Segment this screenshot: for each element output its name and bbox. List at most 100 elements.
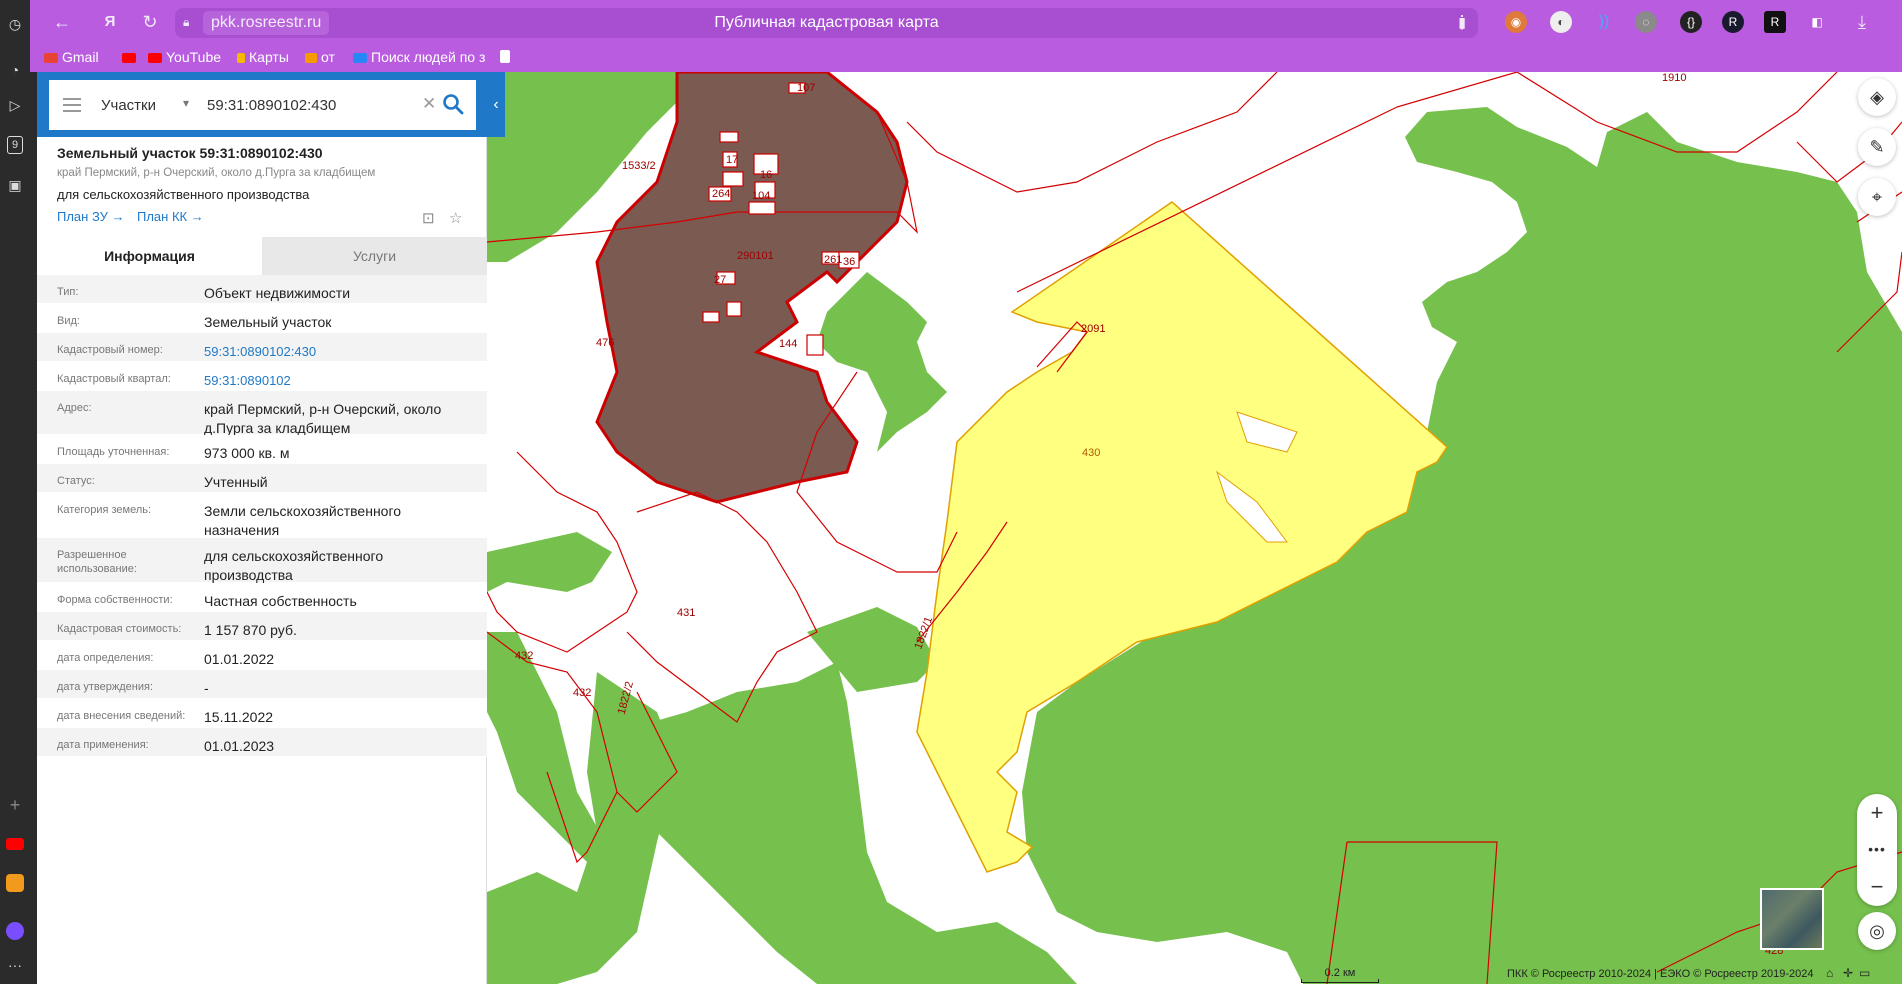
- info-panel: Участки ▾ ✕ ‹ Земельный участок 59:31:08…: [37, 72, 505, 984]
- search-icon[interactable]: [441, 92, 465, 116]
- search-box: Участки ▾ ✕: [49, 80, 476, 130]
- bookmarks-bar: Gmail YouTube Карты от Поиск людей по з: [30, 45, 1902, 72]
- bookmark-gmail[interactable]: Gmail: [44, 49, 99, 65]
- extension-icon-5[interactable]: {}: [1680, 11, 1702, 33]
- attribute-row: дата применения: 01.01.2023: [37, 728, 487, 757]
- browser-window: ◷ ◔ ▷ 9 ▣ + ··· ← Я ↻ 🔒︎ pkk.rosreestr.r…: [0, 0, 1902, 984]
- attribute-value: Учтенный: [204, 474, 268, 490]
- bookmark-file[interactable]: [500, 49, 514, 65]
- extension-icon-7[interactable]: R: [1764, 11, 1786, 33]
- attribute-row: Площадь уточненная: 973 000 кв. м: [37, 435, 487, 464]
- attribute-row: Форма собственности: Частная собственност…: [37, 583, 487, 612]
- bookmark-ot[interactable]: от: [305, 49, 335, 65]
- attribute-row: Кадастровый квартал: 59:31:0890102: [37, 362, 487, 391]
- zoom-controls: + ••• −: [1857, 794, 1897, 906]
- attribute-value: Земельный участок: [204, 314, 332, 330]
- zoom-out-button[interactable]: −: [1857, 868, 1897, 905]
- attribute-row: Вид: Земельный участок: [37, 304, 487, 333]
- attribute-link[interactable]: 59:31:0890102:430: [204, 342, 474, 361]
- search-input[interactable]: [207, 94, 407, 116]
- locate-button[interactable]: ⌖: [1858, 178, 1896, 216]
- parcel-label: 104: [752, 190, 771, 202]
- feedback-icon[interactable]: ▭: [1859, 966, 1870, 980]
- extension-icon-3[interactable]: )): [1593, 11, 1615, 33]
- gmail-icon: [44, 53, 58, 63]
- compass-icon: ◎: [1869, 921, 1885, 941]
- tab-count-badge[interactable]: 9: [7, 136, 23, 154]
- star-icon[interactable]: ☆: [449, 209, 465, 227]
- camera-icon[interactable]: ▣: [5, 175, 25, 195]
- play-icon[interactable]: ▷: [5, 95, 25, 115]
- plan-kk-link[interactable]: План КК →: [137, 209, 204, 224]
- page-title: Публичная кадастровая карта: [714, 14, 939, 31]
- youtube-icon[interactable]: [5, 835, 25, 855]
- extension-icon-2[interactable]: ◐: [1550, 11, 1572, 33]
- extension-icon-1[interactable]: ◉: [1505, 11, 1527, 33]
- more-options-button[interactable]: •••: [1857, 831, 1897, 868]
- maps-icon: [237, 53, 245, 63]
- attribute-key: Тип:: [57, 286, 79, 298]
- menu-icon[interactable]: [63, 98, 81, 112]
- extension-icon-6[interactable]: R: [1722, 11, 1744, 33]
- search-on-map-icon[interactable]: ⊡: [422, 209, 438, 227]
- yandex-icon[interactable]: Я: [98, 10, 122, 34]
- attribute-value: 01.01.2022: [204, 651, 275, 667]
- search-bar: Участки ▾ ✕: [37, 72, 487, 137]
- plan-zu-link[interactable]: План ЗУ →: [57, 209, 125, 224]
- attribute-key: Категория земель:: [57, 504, 152, 516]
- extension-icon-8[interactable]: ◧: [1806, 11, 1828, 33]
- attribute-row: Разрешенное использование: для сельскохоз…: [37, 538, 487, 583]
- attribute-row: Кадастровая стоимость: 1 157 870 руб.: [37, 612, 487, 641]
- bookmark-people-search[interactable]: Поиск людей по з: [353, 49, 485, 65]
- youtube-icon: [122, 53, 136, 63]
- basemap-switcher[interactable]: [1760, 888, 1824, 950]
- scale-label: 0.2 км: [1324, 967, 1356, 979]
- copyright-text: ПКК © Росреестр 2010-2024 | ЕЭКО © Росре…: [1507, 968, 1814, 980]
- bookmark-youtube[interactable]: YouTube: [148, 49, 221, 65]
- download-icon[interactable]: ⤓: [1850, 10, 1874, 34]
- attribute-value: Частная собственность: [204, 593, 357, 609]
- collapse-panel-button[interactable]: ‹: [487, 72, 505, 137]
- history-icon[interactable]: ◷: [5, 14, 25, 34]
- clock-icon[interactable]: ◔: [5, 60, 25, 80]
- forest-area: [487, 532, 612, 592]
- zoom-in-button[interactable]: +: [1857, 794, 1897, 831]
- parcel-label: 431: [677, 607, 696, 619]
- parcel-label: 36: [843, 256, 856, 268]
- browser-toolbar: ← Я ↻ 🔒︎ pkk.rosreestr.ru Публичная када…: [30, 0, 1902, 45]
- parcel-label: 17: [726, 154, 739, 166]
- locate-small-icon[interactable]: ✛: [1843, 966, 1853, 980]
- home-icon[interactable]: ⌂: [1826, 966, 1833, 980]
- extension-icon-4[interactable]: ◌: [1635, 11, 1657, 33]
- layers-button[interactable]: ◈: [1858, 78, 1896, 116]
- add-icon[interactable]: +: [5, 795, 25, 815]
- measure-button[interactable]: ✎: [1858, 128, 1896, 166]
- chevron-down-icon[interactable]: ▾: [183, 96, 189, 110]
- attribute-row: Кадастровый номер: 59:31:0890102:430: [37, 333, 487, 362]
- address-bar[interactable]: 🔒︎ pkk.rosreestr.ru Публичная кадастрова…: [175, 8, 1478, 38]
- attribute-link[interactable]: 59:31:0890102: [204, 371, 474, 390]
- bookmark-maps[interactable]: Карты: [237, 49, 289, 65]
- compass-button[interactable]: ◎: [1858, 912, 1896, 950]
- crosshair-icon: ⌖: [1871, 187, 1883, 207]
- assistant-icon[interactable]: [5, 922, 25, 942]
- search-type-select[interactable]: Участки: [101, 97, 156, 114]
- clear-icon[interactable]: ✕: [422, 94, 436, 114]
- attribute-value: Земли сельскохозяйственного назначения: [204, 503, 402, 538]
- attribute-key: Площадь уточненная:: [57, 446, 170, 458]
- attribute-key: дата определения:: [57, 652, 154, 664]
- mail-icon[interactable]: [5, 874, 25, 894]
- back-icon[interactable]: ←: [50, 10, 74, 34]
- parcel-label: 1910: [1662, 72, 1687, 84]
- tab-info[interactable]: Информация: [37, 237, 262, 275]
- menu-dots-icon[interactable]: ⋮: [1450, 10, 1474, 34]
- parcel-label: 1533/2: [622, 160, 656, 172]
- parcel-label: 16: [760, 169, 773, 181]
- object-title: Земельный участок 59:31:0890102:430: [57, 145, 323, 161]
- tab-services[interactable]: Услуги: [262, 237, 487, 275]
- attribute-value: для сельскохозяйственного производства: [204, 548, 384, 583]
- reload-icon[interactable]: ↻: [138, 10, 162, 34]
- bookmark-youtube-plain[interactable]: [122, 49, 140, 65]
- more-icon[interactable]: ···: [5, 955, 25, 975]
- scale-line: [1301, 979, 1379, 983]
